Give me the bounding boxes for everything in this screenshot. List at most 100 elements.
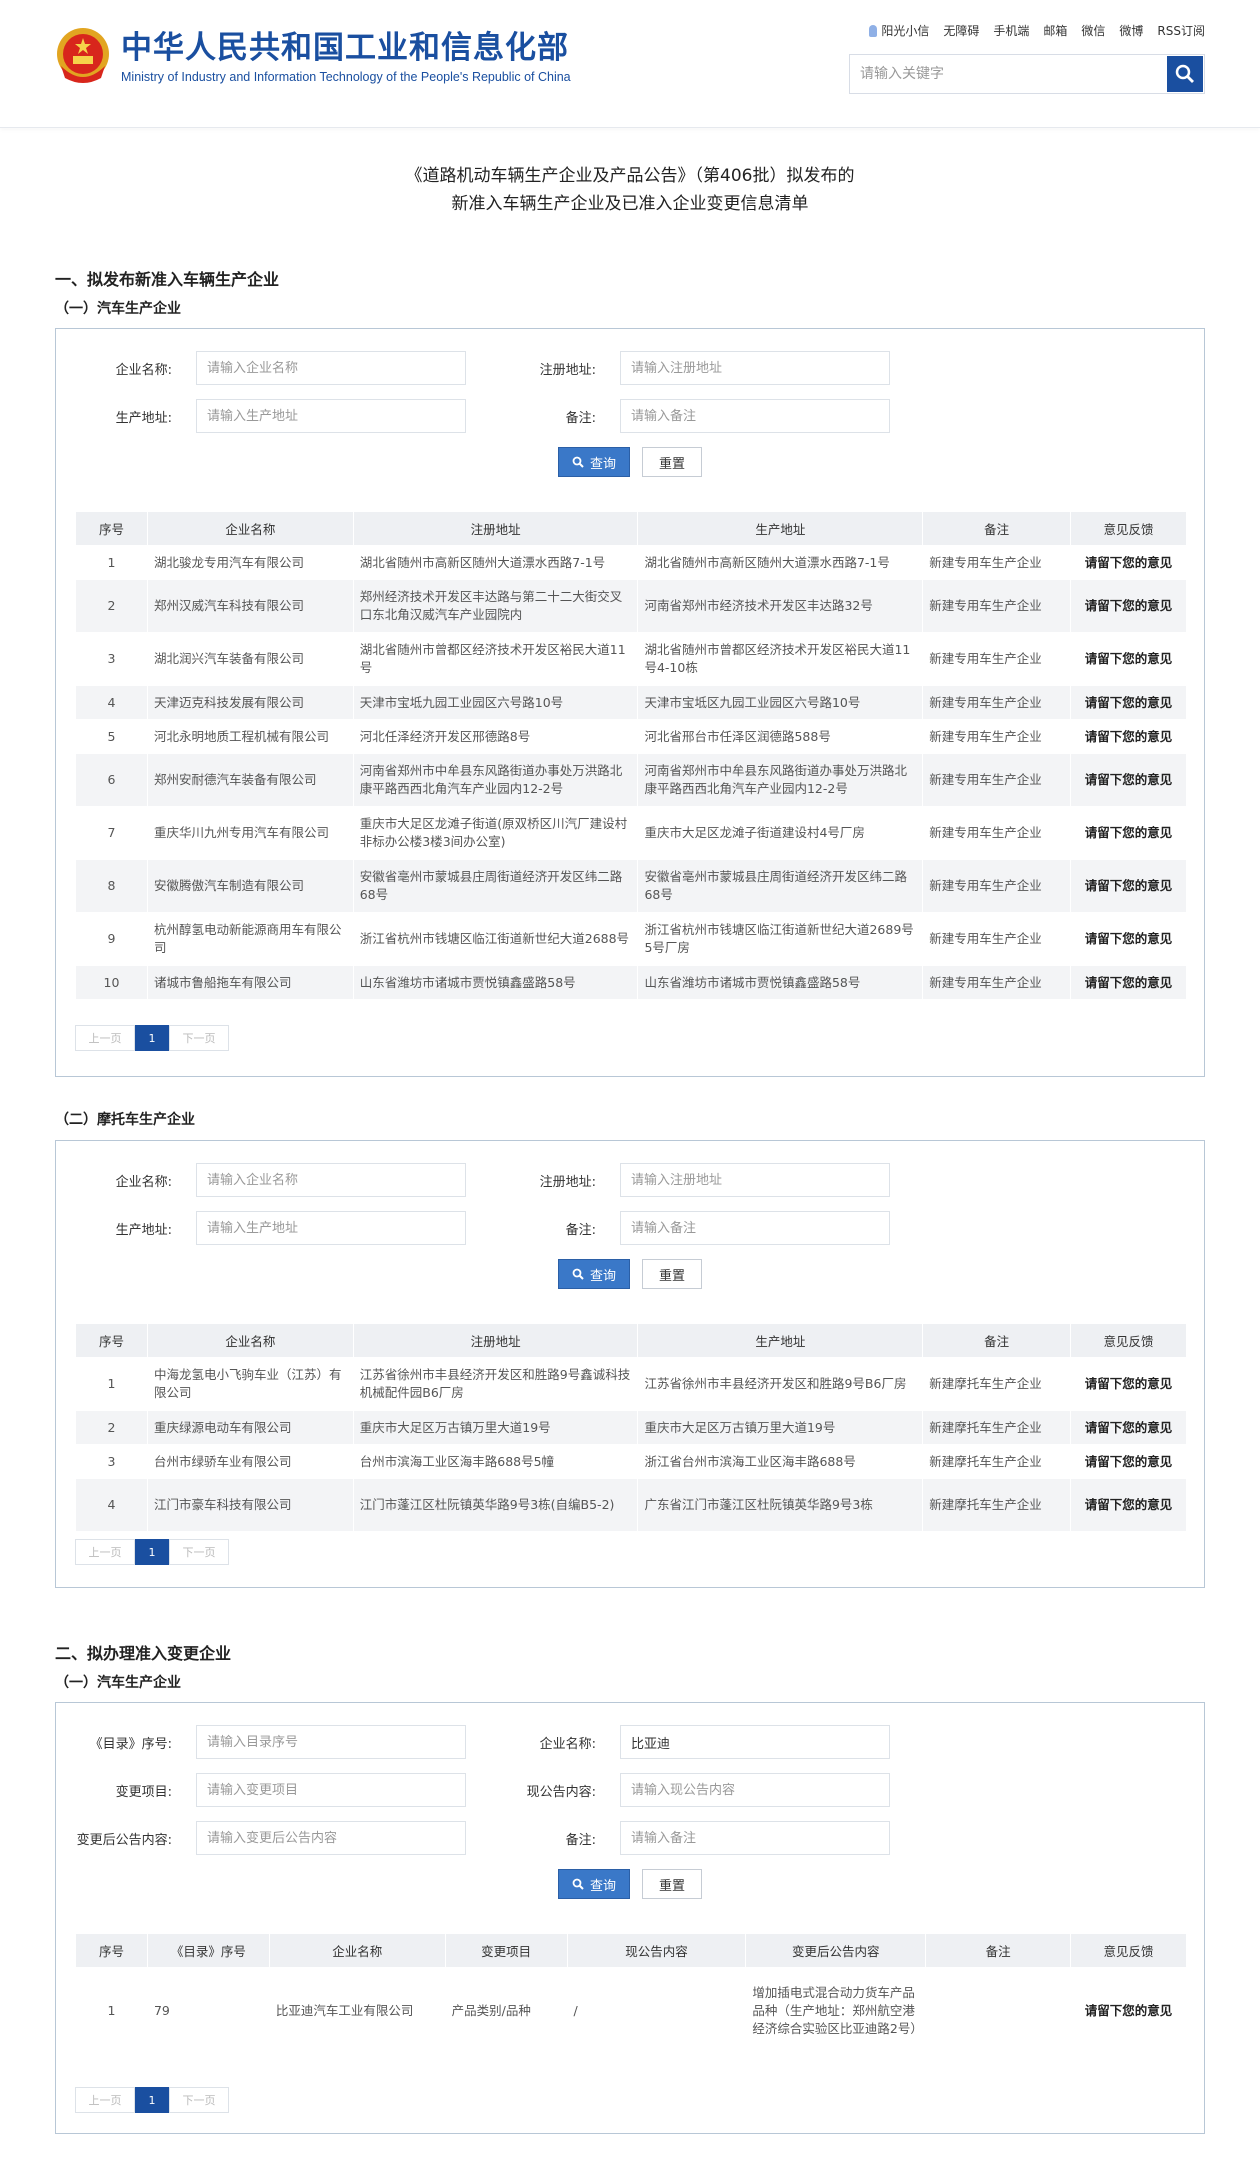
feedback-link[interactable]: 请留下您的意见	[1070, 859, 1187, 913]
table-cell: 9	[75, 912, 148, 966]
table-cell: 新建专用车生产企业	[922, 685, 1072, 720]
table-row: 1 湖北骏龙专用汽车有限公司 湖北省随州市高新区随州大道漂水西路7-1号 湖北省随州市…	[75, 545, 1187, 580]
moto-subtitle: （二）摩托车生产企业	[55, 1112, 195, 1128]
site-logo[interactable]: 中华人民共和国工业和信息化部 Ministry of Industry and …	[55, 26, 571, 86]
col-header: 备注	[922, 511, 1072, 546]
feedback-link[interactable]: 请留下您的意见	[1070, 632, 1187, 686]
col-header: 意见反馈	[1070, 511, 1187, 546]
feedback-link[interactable]: 请留下您的意见	[1070, 1410, 1187, 1445]
table-cell: 重庆绿源电动车有限公司	[146, 1410, 354, 1445]
reset-button[interactable]: 重置	[642, 447, 702, 477]
top-link-mobile[interactable]: 手机端	[993, 22, 1029, 39]
change-pager: 上一页 1 下一页	[75, 2087, 229, 2113]
moto-pager: 上一页 1 下一页	[75, 1539, 229, 1565]
table-row: 5 河北永明地质工程机械有限公司 河北任泽经济开发区邢德路8号 河北省邢台市任泽区润德…	[75, 719, 1187, 754]
search-button[interactable]	[1167, 56, 1203, 92]
auto-panel: 企业名称: 注册地址: 生产地址: 备注: 查询 重置 序号 企业名称 注册地址…	[55, 328, 1205, 1077]
table-header-row: 序号 企业名称 注册地址 生产地址 备注 意见反馈	[75, 1323, 1187, 1358]
change-item-input[interactable]	[196, 1773, 466, 1807]
feedback-link[interactable]: 请留下您的意见	[1070, 753, 1187, 807]
note-input[interactable]	[620, 1821, 890, 1855]
current-content-label: 现公告内容:	[526, 1784, 596, 1800]
company-name-input[interactable]	[196, 351, 466, 385]
after-content-input[interactable]	[196, 1821, 466, 1855]
col-header: 企业名称	[268, 1933, 446, 1968]
top-link-rss[interactable]: RSS订阅	[1157, 22, 1205, 39]
company-name-input[interactable]	[196, 1163, 466, 1197]
table-row: 4 天津迈克科技发展有限公司 天津市宝坻九园工业园区六号路10号 天津市宝坻区九园工业…	[75, 685, 1187, 720]
table-row: 10 诸城市鲁船拖车有限公司 山东省潍坊市诸城市贾悦镇鑫盛路58号 山东省潍坊市诸城市…	[75, 965, 1187, 1000]
feedback-link[interactable]: 请留下您的意见	[1070, 912, 1187, 966]
page-number-button[interactable]: 1	[135, 1539, 169, 1565]
prev-page-button[interactable]: 上一页	[75, 1025, 135, 1051]
top-link-weibo[interactable]: 微博	[1119, 22, 1143, 39]
note-input[interactable]	[620, 1211, 890, 1245]
page-number-button[interactable]: 1	[135, 2087, 169, 2113]
table-cell: 山东省潍坊市诸城市贾悦镇鑫盛路58号	[637, 965, 924, 1000]
top-link-wechat[interactable]: 微信	[1081, 22, 1105, 39]
feedback-link[interactable]: 请留下您的意见	[1070, 1478, 1187, 1532]
table-cell: 重庆华川九州专用汽车有限公司	[146, 806, 354, 860]
prev-page-button[interactable]: 上一页	[75, 2087, 135, 2113]
top-link-mail[interactable]: 邮箱	[1043, 22, 1067, 39]
table-row: 6 郑州安耐德汽车装备有限公司 河南省郑州市中牟县东风路街道办事处万洪路北康平路西西…	[75, 753, 1187, 807]
feedback-link[interactable]: 请留下您的意见	[1070, 1967, 1187, 2054]
table-row: 9 杭州醇氢电动新能源商用车有限公司 浙江省杭州市钱塘区临江街道新世纪大道2688号…	[75, 912, 1187, 966]
search-input[interactable]	[850, 55, 1166, 93]
catalog-label: 《目录》序号:	[89, 1736, 172, 1752]
search-icon	[1175, 64, 1194, 83]
table-cell: 江苏省徐州市丰县经济开发区和胜路9号鑫诚科技机械配件园B6厂房	[352, 1357, 639, 1411]
prod-address-input[interactable]	[196, 1211, 466, 1245]
next-page-button[interactable]: 下一页	[169, 1025, 229, 1051]
reg-address-input[interactable]	[620, 351, 890, 385]
query-button[interactable]: 查询	[558, 447, 630, 477]
table-cell: 5	[75, 719, 148, 754]
table-row: 3 湖北润兴汽车装备有限公司 湖北省随州市曾都区经济技术开发区裕民大道11号 湖北省随…	[75, 632, 1187, 686]
reset-button[interactable]: 重置	[642, 1259, 702, 1289]
auto-subtitle: （一）汽车生产企业	[55, 301, 181, 317]
feedback-link[interactable]: 请留下您的意见	[1070, 545, 1187, 580]
table-cell: 10	[75, 965, 148, 1000]
page-number-button[interactable]: 1	[135, 1025, 169, 1051]
catalog-number-input[interactable]	[196, 1725, 466, 1759]
table-cell: 7	[75, 806, 148, 860]
company-name-input[interactable]	[620, 1725, 890, 1759]
feedback-link[interactable]: 请留下您的意见	[1070, 965, 1187, 1000]
col-header: 备注	[925, 1933, 1072, 1968]
table-cell: 湖北润兴汽车装备有限公司	[146, 632, 354, 686]
prod-address-input[interactable]	[196, 399, 466, 433]
table-cell: 重庆市大足区万古镇万里大道19号	[352, 1410, 639, 1445]
feedback-link[interactable]: 请留下您的意见	[1070, 579, 1187, 633]
query-button[interactable]: 查询	[558, 1259, 630, 1289]
table-cell: 新建摩托车生产企业	[922, 1410, 1072, 1445]
reset-button[interactable]: 重置	[642, 1869, 702, 1899]
feedback-link[interactable]: 请留下您的意见	[1070, 719, 1187, 754]
feedback-link[interactable]: 请留下您的意见	[1070, 685, 1187, 720]
next-page-button[interactable]: 下一页	[169, 1539, 229, 1565]
table-cell: 新建摩托车生产企业	[922, 1357, 1072, 1411]
table-cell: 安徽省亳州市蒙城县庄周街道经济开发区纬二路68号	[352, 859, 639, 913]
query-button[interactable]: 查询	[558, 1869, 630, 1899]
table-row: 1 中海龙氢电小飞驹车业（江苏）有限公司 江苏省徐州市丰县经济开发区和胜路9号鑫诚科…	[75, 1357, 1187, 1411]
national-emblem-icon	[57, 28, 109, 83]
table-cell: 天津市宝坻九园工业园区六号路10号	[352, 685, 639, 720]
table-row: 2 郑州汉威汽车科技有限公司 郑州经济技术开发区丰达路与第二十二大街交叉口东北角汉威…	[75, 579, 1187, 633]
table-cell: 6	[75, 753, 148, 807]
col-header: 变更项目	[444, 1933, 568, 1968]
note-input[interactable]	[620, 399, 890, 433]
table-row: 1 79 比亚迪汽车工业有限公司 产品类别/品种 / 增加插电式混合动力货车产品品种（生产…	[75, 1967, 1187, 2054]
table-cell: 河南省郑州市中牟县东风路街道办事处万洪路北康平路西西北角汽车产业园内12-2号	[352, 753, 639, 807]
top-link-sunshine[interactable]: 阳光小信	[869, 22, 929, 39]
feedback-link[interactable]: 请留下您的意见	[1070, 1357, 1187, 1411]
prev-page-button[interactable]: 上一页	[75, 1539, 135, 1565]
feedback-link[interactable]: 请留下您的意见	[1070, 1444, 1187, 1479]
table-cell: 郑州汉威汽车科技有限公司	[146, 579, 354, 633]
after-content-label: 变更后公告内容:	[76, 1832, 172, 1848]
feedback-link[interactable]: 请留下您的意见	[1070, 806, 1187, 860]
current-content-input[interactable]	[620, 1773, 890, 1807]
reg-address-input[interactable]	[620, 1163, 890, 1197]
table-cell: 河北永明地质工程机械有限公司	[146, 719, 354, 754]
top-link-accessibility[interactable]: 无障碍	[943, 22, 979, 39]
table-cell: 台州市滨海工业区海丰路688号5幢	[352, 1444, 639, 1479]
next-page-button[interactable]: 下一页	[169, 2087, 229, 2113]
